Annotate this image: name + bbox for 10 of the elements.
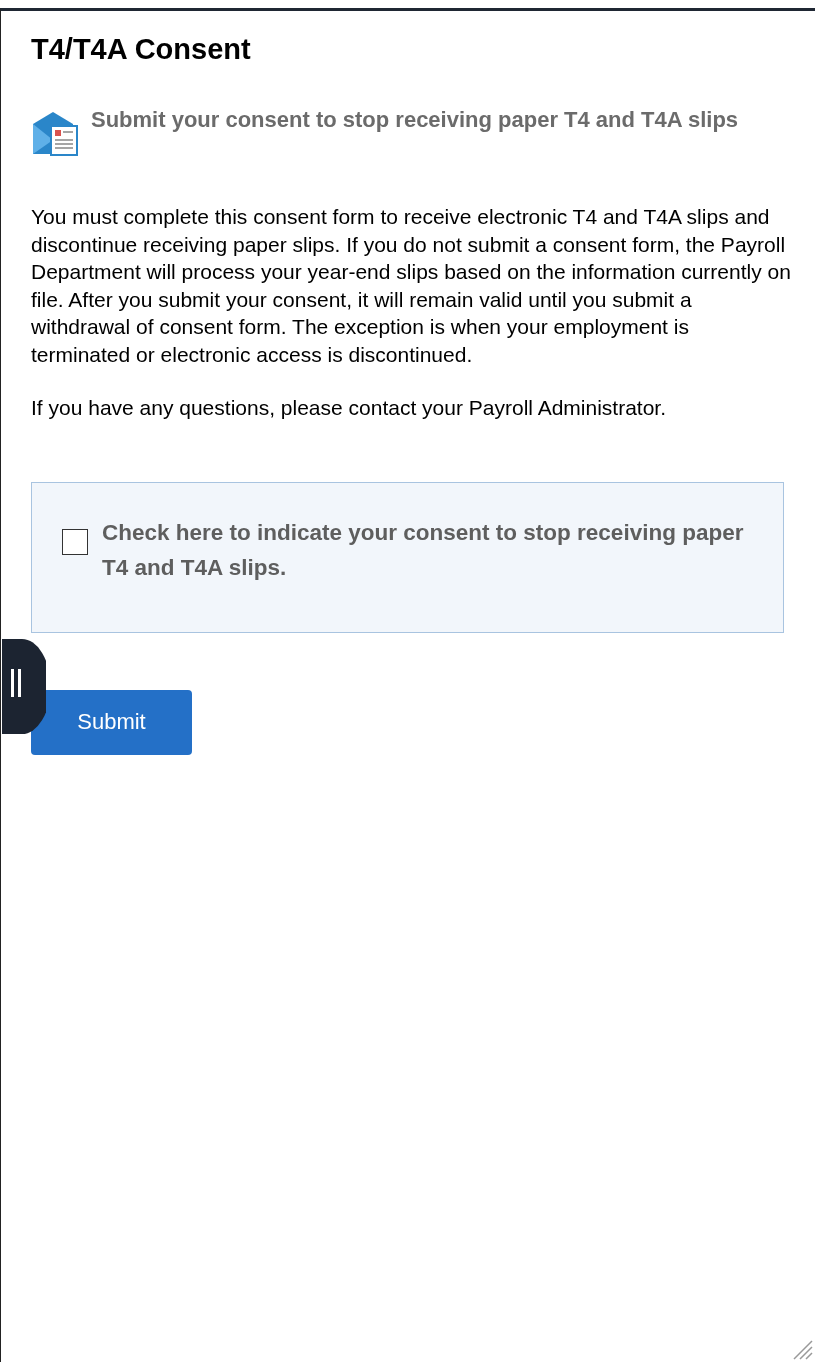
resize-grip-icon[interactable] <box>791 1338 813 1360</box>
checkbox-label[interactable]: Check here to indicate your consent to stop receiving paper T4 and T4A slips. <box>102 514 763 585</box>
submit-button[interactable]: Submit <box>31 689 192 755</box>
page-title: T4/T4A Consent <box>31 33 252 66</box>
drag-handle[interactable] <box>2 639 46 734</box>
paragraph: If you have any questions, please contact your Payroll Administrator. <box>31 395 667 421</box>
paragraph: You must complete this consent form to receive electronic T4 and T4A slips and discontinue receiving paper slips. If you do not submit a consent form, the Payroll Department will process your year-end slips based on the information currently on file. After you submit your consent, it will remain valid until you submit a withdrawal of consent form. The exception is when your employment is terminated or electronic access is discontinued. <box>31 204 791 368</box>
subtitle: Submit your consent to stop receiving paper T4 and T4A slips <box>91 106 740 134</box>
checkbox[interactable] <box>62 528 88 555</box>
envelope-document-icon <box>31 110 79 156</box>
